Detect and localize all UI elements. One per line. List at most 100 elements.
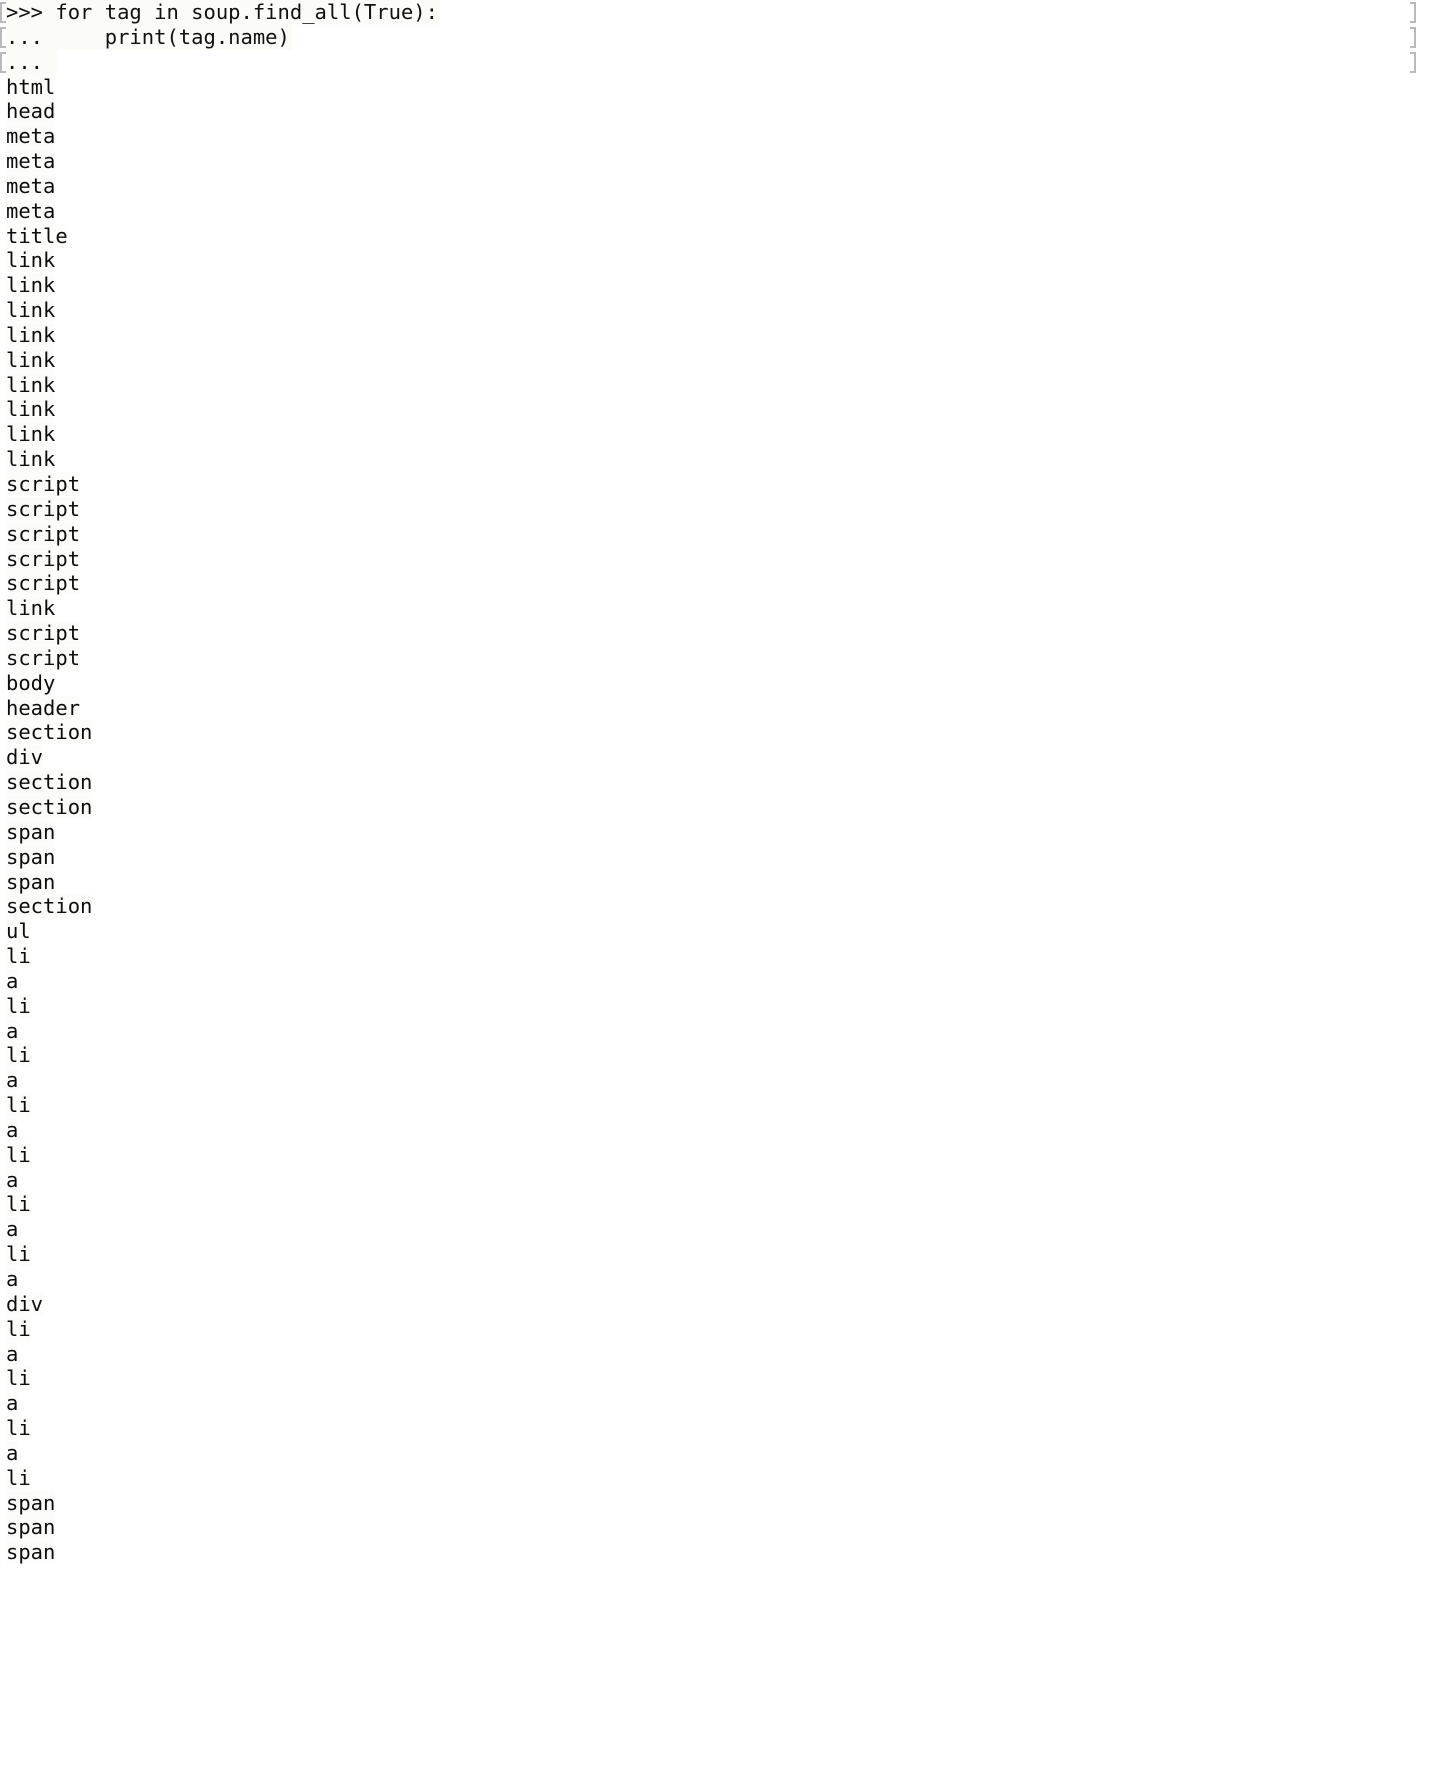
output-line-text: link [6, 447, 56, 472]
repl-output-block: html head meta meta meta meta title link link lin… [0, 74, 1430, 1566]
output-line-text: a [6, 1018, 19, 1043]
output-line-text: meta [6, 149, 56, 174]
output-line-text: li [6, 944, 31, 969]
output-line: html [0, 74, 1430, 100]
output-line-text: body [6, 670, 56, 695]
output-line: section [0, 720, 1430, 745]
output-line: a [0, 1267, 1430, 1292]
code-line[interactable]: >>> for tag in soup.find_all(True): [0, 0, 1430, 25]
output-line-text: li [6, 1316, 31, 1341]
cell-bracket-right-icon [1410, 2, 1416, 23]
output-line-text: header [6, 695, 81, 720]
output-line-text: section [6, 794, 93, 819]
output-line-text: span [6, 819, 56, 844]
output-line: li [0, 1192, 1430, 1217]
output-line: section [0, 770, 1430, 795]
output-line-text: div [6, 1291, 44, 1316]
output-line-text: title [6, 223, 68, 248]
output-line: span [0, 1490, 1430, 1516]
output-line-text: a [6, 1217, 19, 1242]
output-line: body [0, 670, 1430, 696]
output-line-text: ul [6, 919, 31, 944]
output-line-text: link [6, 273, 56, 298]
output-line-text: a [6, 1117, 19, 1142]
output-line-text: span [6, 844, 56, 869]
output-line: li [0, 1416, 1430, 1441]
output-line-text: link [6, 248, 56, 273]
output-line-text: li [6, 1242, 31, 1267]
output-line-text: a [6, 968, 19, 993]
output-line: section [0, 894, 1430, 919]
output-line-text: section [6, 720, 93, 745]
output-line: link [0, 248, 1430, 273]
output-line-text: section [6, 770, 93, 795]
output-line: div [0, 745, 1430, 770]
output-line-text: div [6, 745, 44, 770]
output-line: li [0, 1316, 1430, 1342]
output-line: script [0, 472, 1430, 497]
output-line: meta [0, 124, 1430, 149]
output-line-text: li [6, 1043, 31, 1068]
output-line-text: link [6, 347, 56, 372]
output-line: a [0, 1391, 1430, 1416]
output-line-text: a [6, 1391, 19, 1416]
output-line-text: a [6, 1341, 19, 1366]
output-line: a [0, 1217, 1430, 1242]
output-line-text: meta [6, 198, 56, 223]
output-line-text: html [6, 74, 56, 99]
code-line[interactable]: ... [0, 49, 1430, 75]
output-line: li [0, 1465, 1430, 1491]
output-line: script [0, 546, 1430, 572]
output-line: script [0, 645, 1430, 671]
output-line-text: a [6, 1068, 19, 1093]
output-line-text: section [6, 894, 93, 919]
output-line: li [0, 1366, 1430, 1391]
output-line: span [0, 1540, 1430, 1565]
output-line: span [0, 869, 1430, 895]
code-input-block[interactable]: >>> for tag in soup.find_all(True):... p… [0, 0, 1430, 75]
output-line-text: meta [6, 124, 56, 149]
output-line-text: li [6, 993, 31, 1018]
output-line: head [0, 99, 1430, 124]
output-line-text: span [6, 1490, 56, 1515]
output-line-text: span [6, 1540, 56, 1565]
output-line: link [0, 273, 1430, 298]
output-line: link [0, 298, 1430, 323]
output-line: script [0, 571, 1430, 596]
output-line: script [0, 521, 1430, 547]
output-line-text: script [6, 546, 81, 571]
code-line-text: ... [6, 49, 58, 75]
cell-bracket-right-icon [1410, 26, 1416, 48]
output-line-text: a [6, 1267, 19, 1291]
output-line-text: script [6, 472, 81, 496]
code-line[interactable]: ... print(tag.name) [0, 24, 1430, 50]
output-line: meta [0, 149, 1430, 174]
output-line-text: a [6, 1440, 19, 1465]
code-line-text: >>> for tag in soup.find_all(True): [6, 0, 440, 25]
output-line: link [0, 596, 1430, 621]
output-line-text: li [6, 1465, 31, 1490]
output-line-text: li [6, 1192, 31, 1217]
output-line-text: a [6, 1167, 19, 1192]
output-line-text: script [6, 571, 81, 596]
output-line-text: link [6, 596, 56, 621]
code-line-text: ... print(tag.name) [6, 24, 292, 50]
output-line-text: link [6, 422, 56, 447]
output-line: header [0, 695, 1430, 721]
output-line: a [0, 1341, 1430, 1367]
output-line-text: li [6, 1416, 31, 1441]
output-line: script [0, 496, 1430, 522]
output-line: link [0, 397, 1430, 422]
output-line-text: link [6, 397, 56, 422]
python-repl-console: >>> for tag in soup.find_all(True):... p… [0, 0, 1430, 1776]
output-line-text: span [6, 869, 56, 894]
output-line-text: link [6, 322, 56, 347]
output-line-text: li [6, 1142, 31, 1167]
output-line-text: script [6, 645, 81, 670]
output-line: span [0, 844, 1430, 870]
output-line: a [0, 1068, 1430, 1093]
output-line: span [0, 1515, 1430, 1540]
cell-bracket-right-icon [1410, 51, 1416, 73]
output-line: link [0, 447, 1430, 472]
output-line-text: script [6, 621, 81, 646]
